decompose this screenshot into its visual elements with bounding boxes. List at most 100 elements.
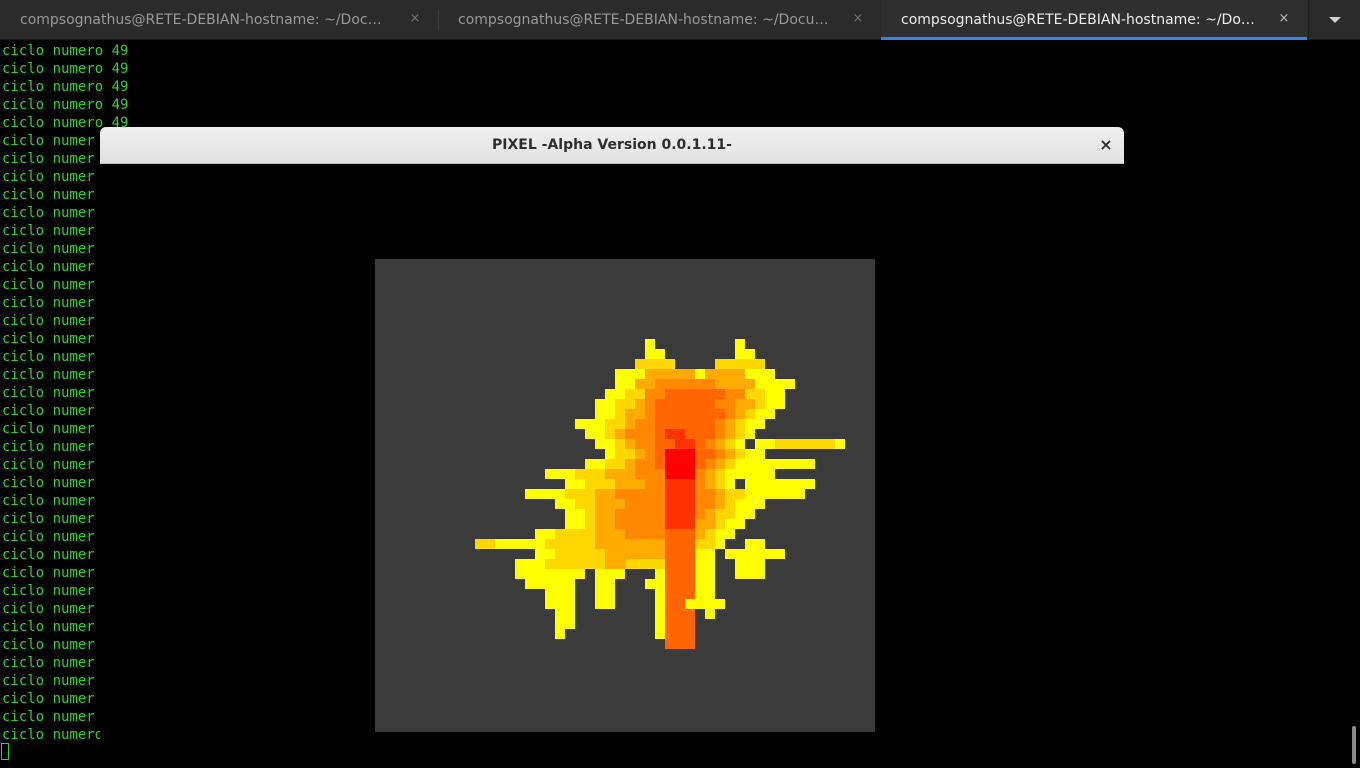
terminal-line: ciclo numero 49 (2, 97, 129, 113)
window-close-icon[interactable]: × (1094, 134, 1118, 158)
pixel-block (665, 549, 695, 559)
terminal-line: ciclo numer (2, 349, 95, 365)
tab-close-icon[interactable]: × (408, 12, 422, 26)
tab-terminal-2[interactable]: compsognathus@RETE-DEBIAN-hostname: ~/Do… (438, 0, 881, 40)
pixel-block (645, 369, 695, 379)
pixel-block (665, 509, 695, 519)
pixel-block (555, 629, 565, 639)
chevron-down-icon (1328, 17, 1341, 23)
terminal-line: ciclo numer (2, 403, 95, 419)
pixel-block (735, 349, 755, 359)
pixel-block (665, 559, 695, 569)
terminal-line: ciclo numer (2, 565, 95, 581)
terminal-line: ciclo numer (2, 475, 95, 491)
window-content (100, 164, 1124, 768)
pixel-block (545, 589, 575, 599)
pixel-block (735, 339, 745, 349)
terminal-line: ciclo numer (2, 709, 95, 725)
pixel-block (475, 539, 495, 549)
terminal-line: ciclo numer (2, 151, 95, 167)
terminal-line: ciclo numer (2, 385, 95, 401)
pixel-block (735, 569, 765, 579)
terminal-line: ciclo numero 49 (2, 43, 129, 59)
pixel-block (655, 419, 715, 429)
terminal-line: ciclo numer (2, 637, 95, 653)
window-titlebar[interactable]: PIXEL -Alpha Version 0.0.1.11- × (100, 127, 1124, 164)
pixel-block (655, 409, 725, 419)
terminal-line: ciclo numer (2, 583, 95, 599)
pixel-window: PIXEL -Alpha Version 0.0.1.11- × (100, 127, 1124, 768)
pixel-block (645, 349, 665, 359)
pixel-block (665, 489, 695, 499)
tab-close-icon[interactable]: × (851, 12, 865, 26)
pixel-block (665, 529, 695, 539)
pixel-block (545, 599, 575, 609)
pixel-block (745, 499, 765, 509)
pixel-art (475, 339, 845, 649)
pixel-block (705, 369, 745, 379)
pixel-block (595, 599, 615, 609)
pixel-block (675, 439, 695, 449)
terminal-line: ciclo numer (2, 313, 95, 329)
terminal-line: ciclo numer (2, 169, 95, 185)
terminal-line: ciclo numer (2, 439, 95, 455)
pixel-block (595, 579, 615, 589)
pixel-block (665, 499, 695, 509)
terminal-line: ciclo numer (2, 619, 95, 635)
terminal-line: ciclo numero 49 (2, 61, 129, 77)
pixel-block (665, 429, 685, 439)
pixel-block (745, 479, 815, 489)
pixel-block (655, 399, 715, 409)
terminal-line: ciclo numer (2, 331, 95, 347)
pixel-block (665, 519, 695, 529)
tab-bar: compsognathus@RETE-DEBIAN-hostname: ~/Do… (0, 0, 1360, 40)
pixel-block (745, 539, 765, 549)
tab-menu-button[interactable] (1308, 0, 1360, 40)
terminal-line: ciclo numer (2, 457, 95, 473)
window-title: PIXEL -Alpha Version 0.0.1.11- (492, 137, 732, 153)
pixel-block (665, 469, 695, 479)
terminal-line: ciclo numer (2, 493, 95, 509)
terminal-line: ciclo numer (2, 133, 95, 149)
terminal-line: ciclo numer (2, 295, 95, 311)
pixel-block (665, 569, 695, 579)
terminal-line: ciclo numer (2, 673, 95, 689)
pixel-block (665, 539, 695, 549)
pixel-block (665, 479, 695, 489)
pixel-block (665, 609, 695, 619)
pixel-block (665, 639, 695, 649)
pixel-block (595, 589, 615, 599)
pixel-block (665, 449, 695, 459)
terminal-line: ciclo numer (2, 691, 95, 707)
terminal-line: ciclo numer (2, 367, 95, 383)
tab-terminal-3[interactable]: compsognathus@RETE-DEBIAN-hostname: ~/Do… (881, 0, 1307, 40)
pixel-block (665, 629, 695, 639)
pixel-block (755, 489, 805, 499)
terminal-line: ciclo numer (2, 421, 95, 437)
scrollbar-thumb[interactable] (1352, 726, 1356, 764)
pixel-block (685, 599, 725, 609)
pixel-block (705, 609, 715, 619)
terminal-line: ciclo numer (2, 241, 95, 257)
pixel-block (515, 569, 585, 579)
pixel-block (605, 559, 625, 569)
pixel-block (665, 459, 695, 469)
tab-close-icon[interactable]: × (1277, 12, 1291, 26)
pixel-canvas[interactable] (375, 259, 875, 732)
terminal-scrollbar[interactable] (1348, 41, 1360, 768)
terminal-line: ciclo numer (2, 655, 95, 671)
terminal-line: ciclo numer (2, 187, 95, 203)
terminal-line: ciclo numer (2, 529, 95, 545)
pixel-block (725, 549, 785, 559)
pixel-block (735, 559, 765, 569)
pixel-block (645, 339, 655, 349)
pixel-block (665, 579, 695, 589)
terminal-line: ciclo numer (2, 601, 95, 617)
terminal-line: ciclo numero 49 (2, 79, 129, 95)
pixel-block (665, 389, 725, 399)
terminal-line: ciclo numer (2, 277, 95, 293)
pixel-block (775, 439, 835, 449)
tab-terminal-1[interactable]: compsognathus@RETE-DEBIAN-hostname: ~/Do… (0, 0, 438, 40)
tab-label: compsognathus@RETE-DEBIAN-hostname: ~/Do… (901, 12, 1257, 28)
pixel-block (595, 569, 625, 579)
